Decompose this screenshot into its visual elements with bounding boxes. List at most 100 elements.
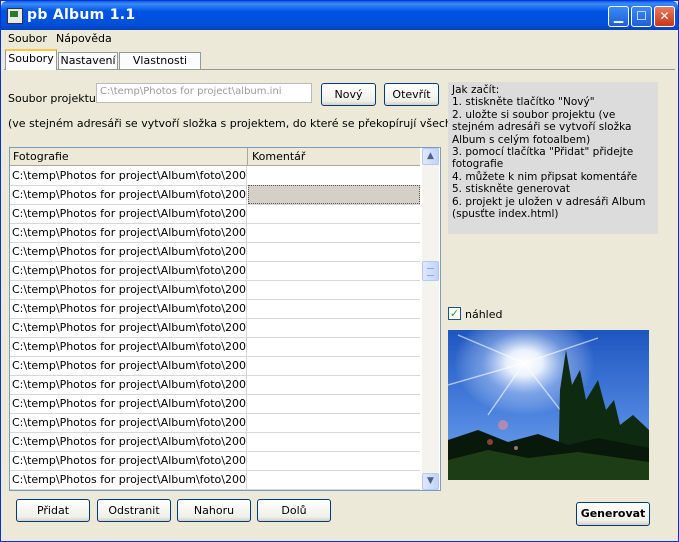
- column-header-comment[interactable]: Komentář: [252, 150, 305, 163]
- comment-cell[interactable]: [248, 185, 420, 204]
- tab-nastaveni[interactable]: Nastavení: [58, 52, 118, 70]
- comment-cell[interactable]: [248, 318, 420, 337]
- photo-path-cell[interactable]: C:\temp\Photos for project\Album\foto\20…: [10, 413, 247, 432]
- table-row[interactable]: C:\temp\Photos for project\Album\foto\20…: [10, 261, 420, 281]
- table-row[interactable]: C:\temp\Photos for project\Album\foto\20…: [10, 470, 420, 490]
- photo-path-cell[interactable]: C:\temp\Photos for project\Album\foto\20…: [10, 299, 247, 318]
- comment-cell[interactable]: [248, 451, 420, 470]
- open-button[interactable]: Otevřít: [384, 83, 439, 106]
- table-row[interactable]: C:\temp\Photos for project\Album\foto\20…: [10, 166, 420, 186]
- table-row[interactable]: C:\temp\Photos for project\Album\foto\20…: [10, 375, 420, 395]
- photo-path-cell[interactable]: C:\temp\Photos for project\Album\foto\20…: [10, 223, 247, 242]
- table-row[interactable]: C:\temp\Photos for project\Album\foto\20…: [10, 318, 420, 338]
- generate-button[interactable]: Generovat: [576, 502, 650, 526]
- photo-path-cell[interactable]: C:\temp\Photos for project\Album\foto\20…: [10, 242, 247, 261]
- scroll-down-button[interactable]: ▼: [422, 473, 439, 490]
- menu-napoveda[interactable]: Nápověda: [56, 32, 112, 45]
- close-button[interactable]: ✕: [654, 6, 675, 27]
- grid-scrollbar[interactable]: ▲ ▼: [422, 148, 439, 490]
- photo-path-cell[interactable]: C:\temp\Photos for project\Album\foto\20…: [10, 261, 247, 280]
- photo-path-cell[interactable]: C:\temp\Photos for project\Album\foto\20…: [10, 280, 247, 299]
- preview-label[interactable]: náhled: [465, 308, 503, 321]
- maximize-icon: ☐: [636, 9, 647, 23]
- add-button[interactable]: Přidat: [16, 499, 90, 522]
- comment-cell[interactable]: [248, 166, 420, 185]
- table-row[interactable]: C:\temp\Photos for project\Album\foto\20…: [10, 185, 420, 205]
- move-down-button[interactable]: Dolů: [257, 499, 331, 522]
- photos-grid[interactable]: Fotografie Komentář C:\temp\Photos for p…: [9, 147, 441, 491]
- photo-path-cell[interactable]: C:\temp\Photos for project\Album\foto\20…: [10, 356, 247, 375]
- comment-cell[interactable]: [248, 356, 420, 375]
- table-row[interactable]: C:\temp\Photos for project\Album\foto\20…: [10, 394, 420, 414]
- help-title: Jak začít:: [452, 84, 500, 96]
- scroll-up-button[interactable]: ▲: [422, 148, 439, 165]
- comment-cell[interactable]: [248, 261, 420, 280]
- table-row[interactable]: C:\temp\Photos for project\Album\foto\20…: [10, 204, 420, 224]
- column-separator[interactable]: [247, 148, 248, 165]
- comment-cell[interactable]: [248, 337, 420, 356]
- photo-path-cell[interactable]: C:\temp\Photos for project\Album\foto\20…: [10, 185, 247, 204]
- photo-path-cell[interactable]: C:\temp\Photos for project\Album\foto\20…: [10, 166, 247, 185]
- project-file-label: Soubor projektu:: [8, 92, 100, 105]
- help-step: 6. projekt je uložen v adresáři Album (s…: [452, 195, 646, 221]
- table-row[interactable]: C:\temp\Photos for project\Album\foto\20…: [10, 356, 420, 376]
- column-header-photo[interactable]: Fotografie: [13, 150, 69, 163]
- help-step: 3. pomocí tlačítka "Přidat" přidejte fot…: [452, 146, 634, 171]
- new-button[interactable]: Nový: [321, 83, 376, 106]
- comment-cell[interactable]: [248, 242, 420, 261]
- table-row[interactable]: C:\temp\Photos for project\Album\foto\20…: [10, 299, 420, 319]
- photo-path-cell[interactable]: C:\temp\Photos for project\Album\foto\20…: [10, 204, 247, 223]
- table-row[interactable]: C:\temp\Photos for project\Album\foto\20…: [10, 451, 420, 471]
- comment-cell[interactable]: [248, 394, 420, 413]
- comment-cell[interactable]: [248, 432, 420, 451]
- tab-soubory[interactable]: Soubory: [5, 49, 57, 70]
- table-row[interactable]: C:\temp\Photos for project\Album\foto\20…: [10, 242, 420, 262]
- project-note: (ve stejném adresáři se vytvoří složka s…: [8, 117, 501, 130]
- photo-path-cell[interactable]: C:\temp\Photos for project\Album\foto\20…: [10, 451, 247, 470]
- minimize-button[interactable]: ▁: [608, 6, 629, 27]
- app-window: pb Album 1.1 ▁ ☐ ✕ Soubor Nápověda Soubo…: [0, 0, 679, 542]
- photo-path-cell[interactable]: C:\temp\Photos for project\Album\foto\20…: [10, 375, 247, 394]
- preview-checkbox[interactable]: ✓: [448, 307, 461, 320]
- tab-vlastnosti-kodu[interactable]: Vlastnosti kódu: [119, 52, 201, 83]
- scroll-thumb[interactable]: [422, 261, 439, 281]
- photo-path-cell[interactable]: C:\temp\Photos for project\Album\foto\20…: [10, 318, 247, 337]
- help-step: 1. stiskněte tlačítko "Nový": [452, 96, 595, 109]
- comment-cell[interactable]: [248, 299, 420, 318]
- comment-cell[interactable]: [248, 280, 420, 299]
- photo-path-cell[interactable]: C:\temp\Photos for project\Album\foto\20…: [10, 470, 247, 489]
- help-step: 4. můžete k nim připsat komentáře: [452, 170, 638, 183]
- checkmark-icon: ✓: [449, 307, 460, 320]
- table-row[interactable]: C:\temp\Photos for project\Album\foto\20…: [10, 413, 420, 433]
- window-title: pb Album 1.1: [27, 7, 136, 23]
- files-panel: Soubor projektu: C:\temp\Photos for proj…: [4, 70, 675, 538]
- table-row[interactable]: C:\temp\Photos for project\Album\foto\20…: [10, 337, 420, 357]
- comment-cell[interactable]: [248, 223, 420, 242]
- preview-image: [448, 330, 649, 480]
- chevron-up-icon: ▲: [427, 151, 434, 161]
- comment-cell[interactable]: [248, 413, 420, 432]
- close-icon: ✕: [659, 9, 670, 23]
- help-box: Jak začít: 1. stiskněte tlačítko "Nový" …: [448, 82, 658, 234]
- remove-button[interactable]: Odstranit: [97, 499, 171, 522]
- help-step: 5. stiskněte generovat: [452, 183, 570, 196]
- table-row[interactable]: C:\temp\Photos for project\Album\foto\20…: [10, 280, 420, 300]
- photo-path-cell[interactable]: C:\temp\Photos for project\Album\foto\20…: [10, 337, 247, 356]
- maximize-button[interactable]: ☐: [631, 6, 652, 27]
- move-up-button[interactable]: Nahoru: [177, 499, 251, 522]
- photo-path-cell[interactable]: C:\temp\Photos for project\Album\foto\20…: [10, 394, 247, 413]
- table-row[interactable]: C:\temp\Photos for project\Album\foto\20…: [10, 432, 420, 452]
- photo-path-cell[interactable]: C:\temp\Photos for project\Album\foto\20…: [10, 432, 247, 451]
- menu-soubor[interactable]: Soubor: [8, 32, 47, 45]
- photo-preview: [448, 330, 649, 480]
- comment-cell[interactable]: [248, 375, 420, 394]
- title-bar[interactable]: pb Album 1.1 ▁ ☐ ✕: [1, 1, 678, 30]
- comment-cell[interactable]: [248, 204, 420, 223]
- project-file-field[interactable]: C:\temp\Photos for project\album.ini: [96, 83, 312, 103]
- minimize-icon: ▁: [613, 9, 624, 23]
- table-row[interactable]: C:\temp\Photos for project\Album\foto\20…: [10, 223, 420, 243]
- comment-cell[interactable]: [248, 470, 420, 489]
- help-step: 2. uložte si soubor projektu (ve stejném…: [452, 108, 632, 146]
- menu-bar: Soubor Nápověda: [1, 30, 678, 48]
- app-icon: [7, 8, 23, 24]
